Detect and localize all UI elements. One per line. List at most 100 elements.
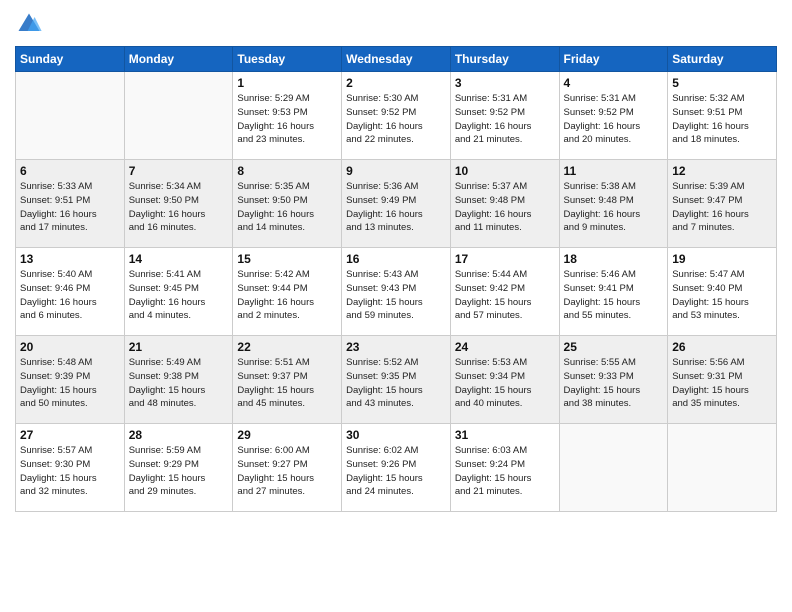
day-info: Sunrise: 5:46 AM Sunset: 9:41 PM Dayligh… bbox=[564, 268, 664, 323]
day-header-friday: Friday bbox=[559, 47, 668, 72]
day-info: Sunrise: 5:55 AM Sunset: 9:33 PM Dayligh… bbox=[564, 356, 664, 411]
calendar-header-row: SundayMondayTuesdayWednesdayThursdayFrid… bbox=[16, 47, 777, 72]
day-number: 26 bbox=[672, 340, 772, 354]
day-info: Sunrise: 5:53 AM Sunset: 9:34 PM Dayligh… bbox=[455, 356, 555, 411]
calendar-cell: 23 Sunrise: 5:52 AM Sunset: 9:35 PM Dayli… bbox=[342, 336, 451, 424]
day-header-monday: Monday bbox=[124, 47, 233, 72]
day-number: 5 bbox=[672, 76, 772, 90]
day-info: Sunrise: 5:43 AM Sunset: 9:43 PM Dayligh… bbox=[346, 268, 446, 323]
day-info: Sunrise: 5:52 AM Sunset: 9:35 PM Dayligh… bbox=[346, 356, 446, 411]
calendar-cell: 29 Sunrise: 6:00 AM Sunset: 9:27 PM Dayli… bbox=[233, 424, 342, 512]
day-info: Sunrise: 5:44 AM Sunset: 9:42 PM Dayligh… bbox=[455, 268, 555, 323]
day-number: 3 bbox=[455, 76, 555, 90]
day-info: Sunrise: 6:00 AM Sunset: 9:27 PM Dayligh… bbox=[237, 444, 337, 499]
calendar-cell: 14 Sunrise: 5:41 AM Sunset: 9:45 PM Dayli… bbox=[124, 248, 233, 336]
day-info: Sunrise: 5:37 AM Sunset: 9:48 PM Dayligh… bbox=[455, 180, 555, 235]
calendar-cell: 18 Sunrise: 5:46 AM Sunset: 9:41 PM Dayli… bbox=[559, 248, 668, 336]
day-info: Sunrise: 5:49 AM Sunset: 9:38 PM Dayligh… bbox=[129, 356, 229, 411]
day-info: Sunrise: 5:38 AM Sunset: 9:48 PM Dayligh… bbox=[564, 180, 664, 235]
day-info: Sunrise: 6:02 AM Sunset: 9:26 PM Dayligh… bbox=[346, 444, 446, 499]
day-info: Sunrise: 5:48 AM Sunset: 9:39 PM Dayligh… bbox=[20, 356, 120, 411]
calendar-cell: 19 Sunrise: 5:47 AM Sunset: 9:40 PM Dayli… bbox=[668, 248, 777, 336]
calendar-cell: 30 Sunrise: 6:02 AM Sunset: 9:26 PM Dayli… bbox=[342, 424, 451, 512]
calendar-cell: 21 Sunrise: 5:49 AM Sunset: 9:38 PM Dayli… bbox=[124, 336, 233, 424]
calendar-cell: 2Sunrise: 5:30 AM Sunset: 9:52 PM Daylig… bbox=[342, 72, 451, 160]
day-number: 30 bbox=[346, 428, 446, 442]
calendar-cell: 26 Sunrise: 5:56 AM Sunset: 9:31 PM Dayli… bbox=[668, 336, 777, 424]
day-number: 6 bbox=[20, 164, 120, 178]
calendar-cell: 28 Sunrise: 5:59 AM Sunset: 9:29 PM Dayli… bbox=[124, 424, 233, 512]
calendar-cell: 9 Sunrise: 5:36 AM Sunset: 9:49 PM Daylig… bbox=[342, 160, 451, 248]
day-number: 29 bbox=[237, 428, 337, 442]
day-number: 28 bbox=[129, 428, 229, 442]
day-info: Sunrise: 5:35 AM Sunset: 9:50 PM Dayligh… bbox=[237, 180, 337, 235]
day-info: Sunrise: 5:39 AM Sunset: 9:47 PM Dayligh… bbox=[672, 180, 772, 235]
calendar-cell: 5 Sunrise: 5:32 AM Sunset: 9:51 PM Daylig… bbox=[668, 72, 777, 160]
calendar-cell: 20 Sunrise: 5:48 AM Sunset: 9:39 PM Dayli… bbox=[16, 336, 125, 424]
day-number: 20 bbox=[20, 340, 120, 354]
day-info: Sunrise: 5:47 AM Sunset: 9:40 PM Dayligh… bbox=[672, 268, 772, 323]
day-info: Sunrise: 6:03 AM Sunset: 9:24 PM Dayligh… bbox=[455, 444, 555, 499]
day-info: Sunrise: 5:31 AM Sunset: 9:52 PM Dayligh… bbox=[455, 92, 555, 147]
calendar-cell: 27Sunrise: 5:57 AM Sunset: 9:30 PM Dayli… bbox=[16, 424, 125, 512]
calendar-cell bbox=[16, 72, 125, 160]
day-info: Sunrise: 5:57 AM Sunset: 9:30 PM Dayligh… bbox=[20, 444, 120, 499]
day-info: Sunrise: 5:36 AM Sunset: 9:49 PM Dayligh… bbox=[346, 180, 446, 235]
day-info: Sunrise: 5:33 AM Sunset: 9:51 PM Dayligh… bbox=[20, 180, 120, 235]
day-number: 23 bbox=[346, 340, 446, 354]
calendar-cell: 1Sunrise: 5:29 AM Sunset: 9:53 PM Daylig… bbox=[233, 72, 342, 160]
day-number: 9 bbox=[346, 164, 446, 178]
day-info: Sunrise: 5:34 AM Sunset: 9:50 PM Dayligh… bbox=[129, 180, 229, 235]
day-number: 14 bbox=[129, 252, 229, 266]
day-number: 1 bbox=[237, 76, 337, 90]
day-number: 18 bbox=[564, 252, 664, 266]
day-info: Sunrise: 5:41 AM Sunset: 9:45 PM Dayligh… bbox=[129, 268, 229, 323]
day-number: 31 bbox=[455, 428, 555, 442]
calendar-cell: 24 Sunrise: 5:53 AM Sunset: 9:34 PM Dayli… bbox=[450, 336, 559, 424]
calendar-cell: 15Sunrise: 5:42 AM Sunset: 9:44 PM Dayli… bbox=[233, 248, 342, 336]
calendar-table: SundayMondayTuesdayWednesdayThursdayFrid… bbox=[15, 46, 777, 512]
day-number: 25 bbox=[564, 340, 664, 354]
day-header-tuesday: Tuesday bbox=[233, 47, 342, 72]
day-number: 21 bbox=[129, 340, 229, 354]
day-info: Sunrise: 5:31 AM Sunset: 9:52 PM Dayligh… bbox=[564, 92, 664, 147]
calendar-cell: 12 Sunrise: 5:39 AM Sunset: 9:47 PM Dayli… bbox=[668, 160, 777, 248]
day-number: 7 bbox=[129, 164, 229, 178]
calendar-cell: 22 Sunrise: 5:51 AM Sunset: 9:37 PM Dayli… bbox=[233, 336, 342, 424]
day-header-wednesday: Wednesday bbox=[342, 47, 451, 72]
day-number: 22 bbox=[237, 340, 337, 354]
calendar-cell: 3 Sunrise: 5:31 AM Sunset: 9:52 PM Daylig… bbox=[450, 72, 559, 160]
calendar-cell: 16Sunrise: 5:43 AM Sunset: 9:43 PM Dayli… bbox=[342, 248, 451, 336]
calendar-cell bbox=[668, 424, 777, 512]
day-number: 15 bbox=[237, 252, 337, 266]
logo-icon bbox=[15, 10, 43, 38]
calendar-cell: 31 Sunrise: 6:03 AM Sunset: 9:24 PM Dayli… bbox=[450, 424, 559, 512]
day-number: 10 bbox=[455, 164, 555, 178]
day-number: 19 bbox=[672, 252, 772, 266]
day-info: Sunrise: 5:56 AM Sunset: 9:31 PM Dayligh… bbox=[672, 356, 772, 411]
header bbox=[15, 10, 777, 38]
day-number: 11 bbox=[564, 164, 664, 178]
day-info: Sunrise: 5:51 AM Sunset: 9:37 PM Dayligh… bbox=[237, 356, 337, 411]
calendar-cell: 7 Sunrise: 5:34 AM Sunset: 9:50 PM Daylig… bbox=[124, 160, 233, 248]
day-number: 13 bbox=[20, 252, 120, 266]
day-number: 24 bbox=[455, 340, 555, 354]
calendar-cell: 6 Sunrise: 5:33 AM Sunset: 9:51 PM Daylig… bbox=[16, 160, 125, 248]
calendar-cell bbox=[559, 424, 668, 512]
calendar-week-3: 13Sunrise: 5:40 AM Sunset: 9:46 PM Dayli… bbox=[16, 248, 777, 336]
calendar-cell: 11 Sunrise: 5:38 AM Sunset: 9:48 PM Dayli… bbox=[559, 160, 668, 248]
day-number: 17 bbox=[455, 252, 555, 266]
calendar-cell: 17 Sunrise: 5:44 AM Sunset: 9:42 PM Dayli… bbox=[450, 248, 559, 336]
calendar-cell: 10 Sunrise: 5:37 AM Sunset: 9:48 PM Dayli… bbox=[450, 160, 559, 248]
day-info: Sunrise: 5:32 AM Sunset: 9:51 PM Dayligh… bbox=[672, 92, 772, 147]
page: SundayMondayTuesdayWednesdayThursdayFrid… bbox=[0, 0, 792, 612]
calendar-cell: 13Sunrise: 5:40 AM Sunset: 9:46 PM Dayli… bbox=[16, 248, 125, 336]
day-info: Sunrise: 5:59 AM Sunset: 9:29 PM Dayligh… bbox=[129, 444, 229, 499]
logo bbox=[15, 10, 47, 38]
calendar-cell: 25 Sunrise: 5:55 AM Sunset: 9:33 PM Dayli… bbox=[559, 336, 668, 424]
day-number: 8 bbox=[237, 164, 337, 178]
calendar-cell: 8 Sunrise: 5:35 AM Sunset: 9:50 PM Daylig… bbox=[233, 160, 342, 248]
calendar-cell: 4Sunrise: 5:31 AM Sunset: 9:52 PM Daylig… bbox=[559, 72, 668, 160]
calendar-week-5: 27Sunrise: 5:57 AM Sunset: 9:30 PM Dayli… bbox=[16, 424, 777, 512]
day-number: 12 bbox=[672, 164, 772, 178]
